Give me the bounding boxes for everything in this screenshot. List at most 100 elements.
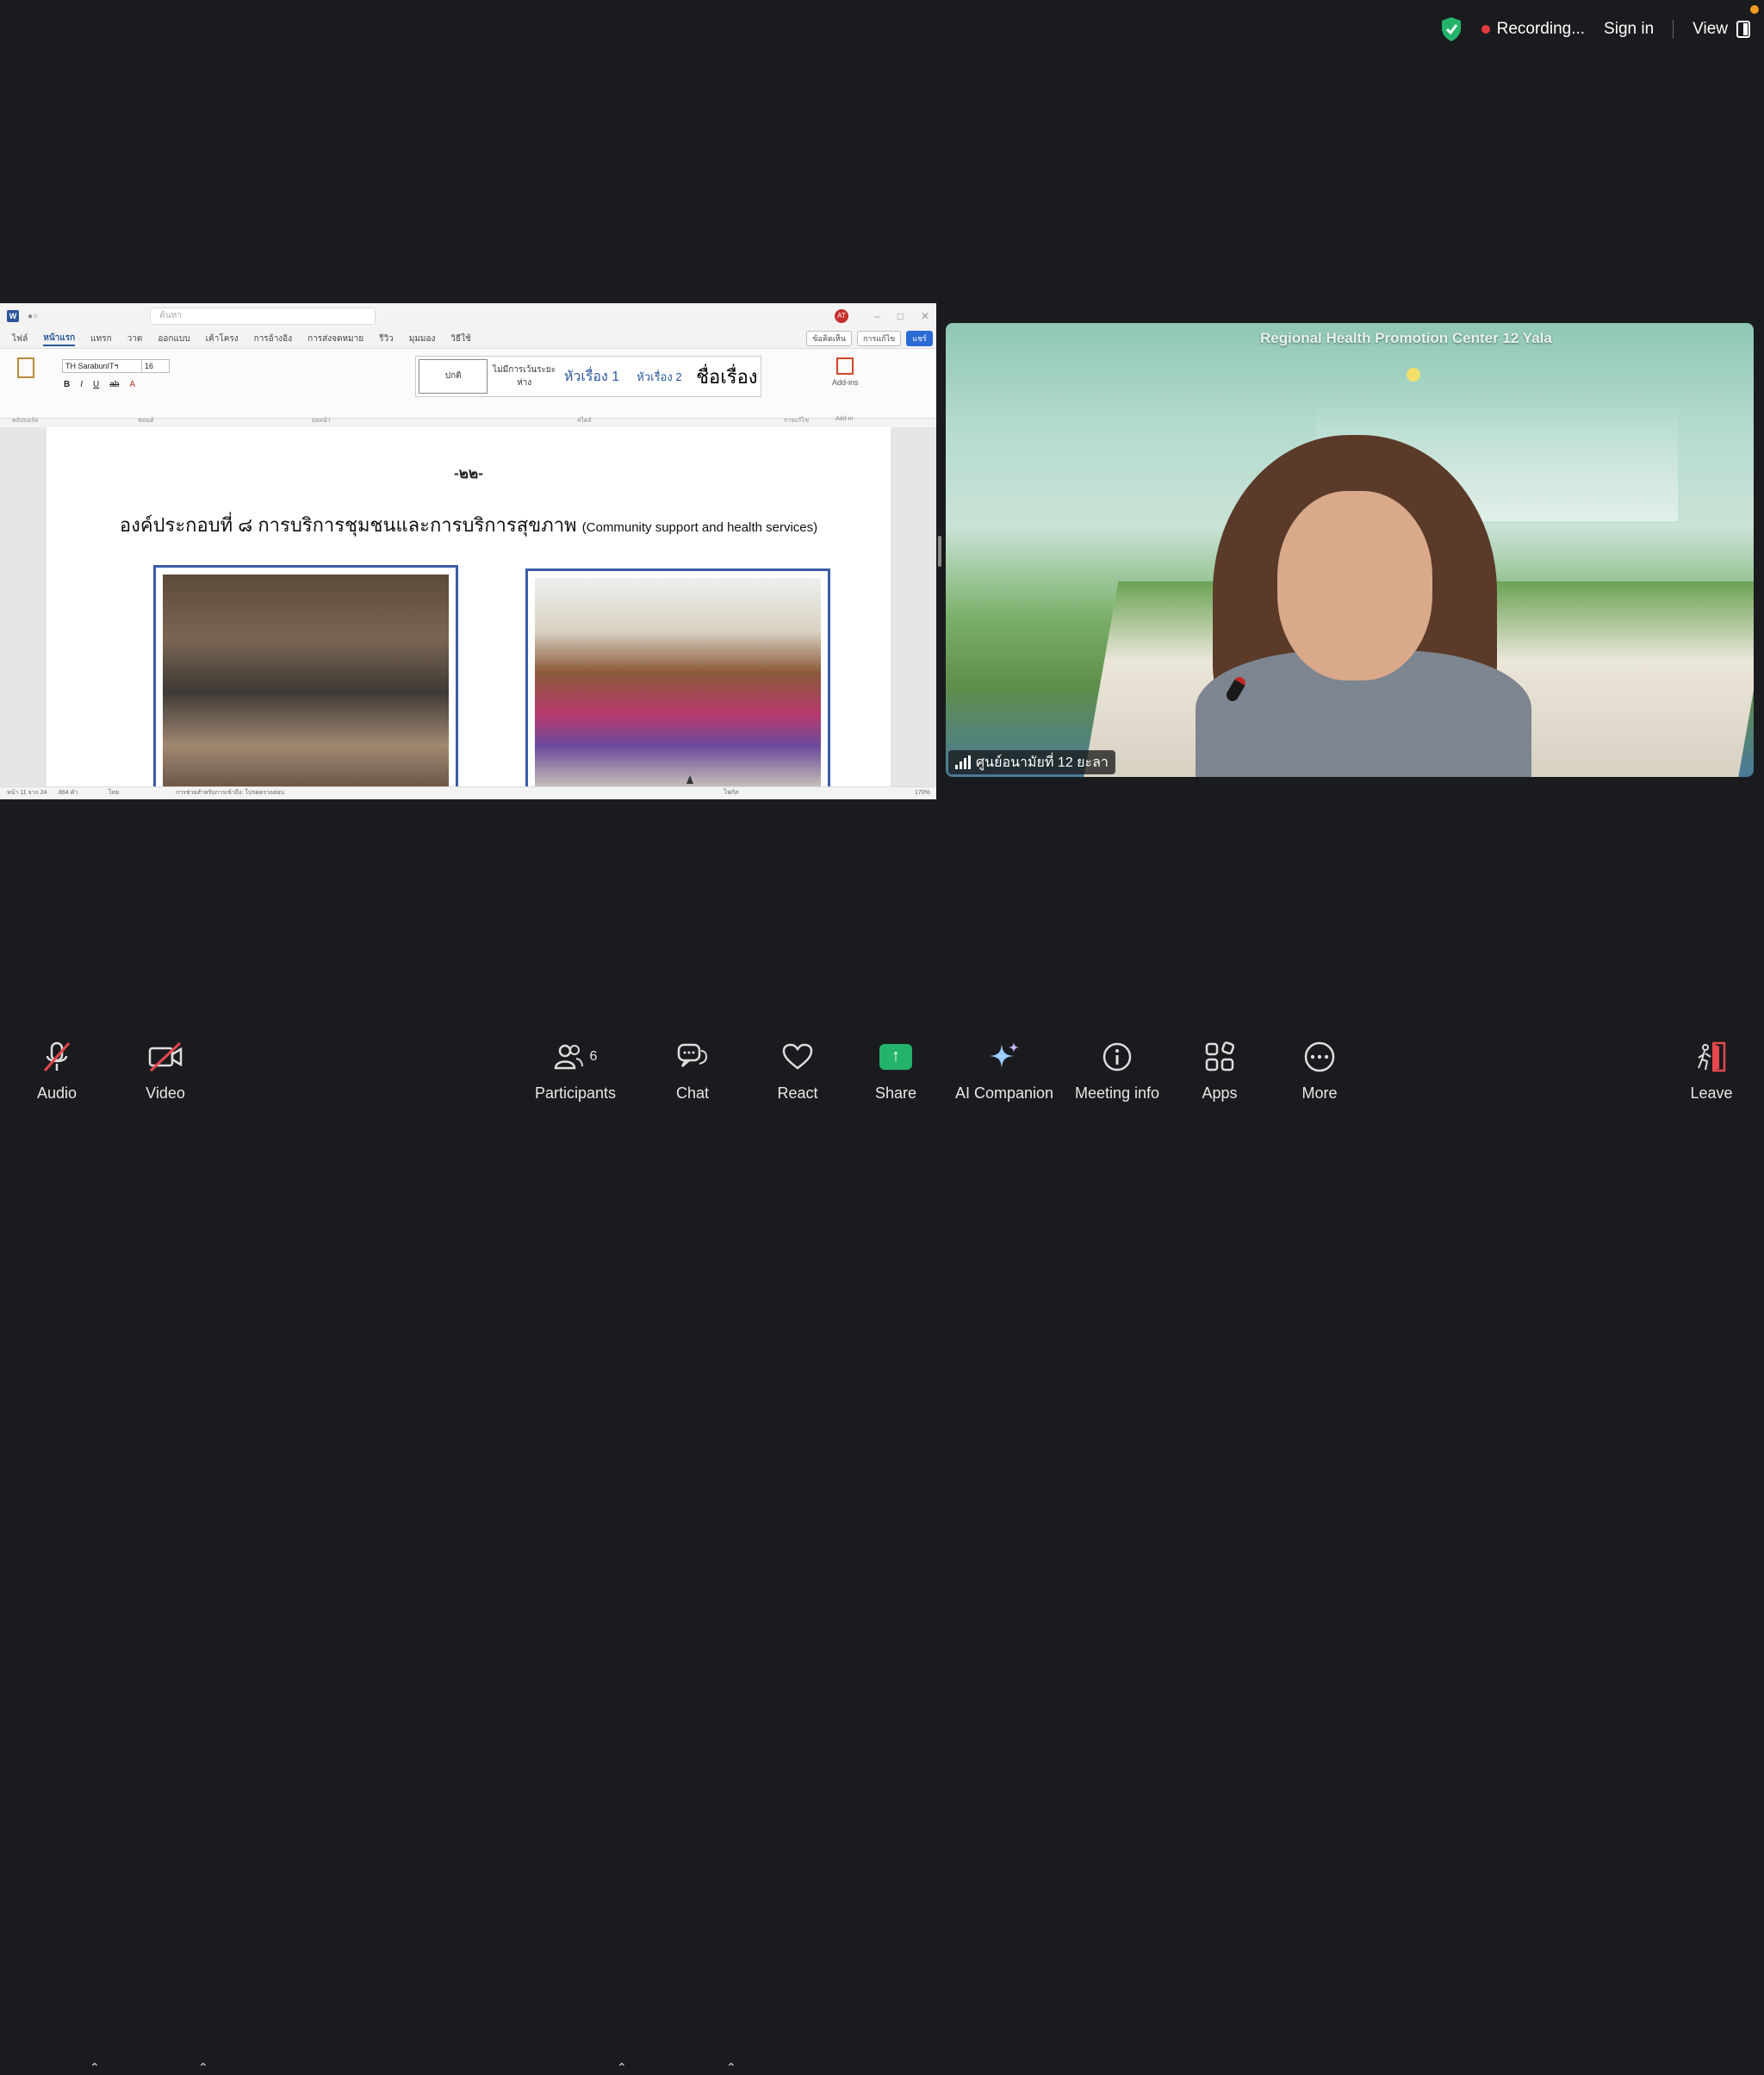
info-icon: [1102, 1042, 1132, 1071]
apps-label: Apps: [1202, 1084, 1238, 1102]
underline-button[interactable]: U: [93, 380, 99, 389]
notification-dot: [1750, 5, 1759, 14]
word-logo-icon: W: [7, 310, 19, 322]
person-face: [1277, 491, 1432, 680]
background-sun: [1407, 368, 1420, 382]
security-shield-icon[interactable]: [1440, 16, 1463, 42]
status-accessibility[interactable]: การช่วยสำหรับการเข้าถึง: โปรดตรวจสอบ: [176, 787, 284, 799]
view-button[interactable]: View: [1693, 20, 1750, 39]
group-clipboard: คลิปบอร์ด: [12, 418, 39, 424]
recording-indicator[interactable]: Recording...: [1481, 20, 1585, 39]
share-icon-wrap: ↑: [879, 1037, 912, 1076]
video-label: Video: [146, 1084, 185, 1102]
document-page[interactable]: -๒๒- องค์ประกอบที่ ๘ การบริการชุมชนและกา…: [47, 427, 891, 791]
ai-companion-button[interactable]: AI Companion: [953, 1016, 1056, 1103]
addins-button[interactable]: Add-ins: [832, 357, 859, 387]
comments-button[interactable]: ข้อคิดเห็น: [806, 331, 852, 346]
document-area[interactable]: -๒๒- องค์ประกอบที่ ๘ การบริการชุมชนและกา…: [0, 427, 936, 791]
tab-help[interactable]: วิธีใช้: [450, 332, 470, 345]
status-language[interactable]: ไทย: [109, 787, 119, 799]
paste-icon[interactable]: [17, 357, 34, 378]
apps-button[interactable]: Apps: [1194, 1016, 1245, 1103]
document-heading: องค์ประกอบที่ ๘ การบริการชุมชนและการบริก…: [47, 510, 891, 540]
maximize-icon[interactable]: □: [898, 310, 904, 322]
topbar-divider: [1673, 20, 1674, 39]
share-label: Share: [874, 1084, 917, 1102]
participants-options-chevron-icon[interactable]: ⌃: [617, 2060, 627, 2075]
tab-design[interactable]: ออกแบบ: [158, 332, 189, 345]
share-screen-button[interactable]: ↑ Share: [870, 1016, 922, 1103]
video-options-chevron-icon[interactable]: ⌃: [198, 2060, 208, 2075]
word-statusbar: หน้า 11 จาก 24 864 คำ ไทย การช่วยสำหรับก…: [0, 786, 936, 799]
ribbon-right-buttons: ข้อคิดเห็น การแก้ไข แชร์: [806, 331, 933, 346]
leave-door-icon: [1698, 1041, 1726, 1072]
audio-button[interactable]: Audio: [31, 1016, 83, 1103]
window-controls[interactable]: – □ ✕: [874, 310, 929, 322]
status-zoom[interactable]: 170%: [915, 787, 930, 799]
participants-button[interactable]: 6 Participants: [532, 1016, 618, 1103]
chat-label: Chat: [675, 1084, 710, 1102]
tab-draw[interactable]: วาด: [127, 332, 143, 345]
style-no-spacing[interactable]: ไม่มีการเว้นระยะห่าง: [490, 363, 557, 389]
group-editing: การแก้ไข: [784, 418, 809, 424]
style-title[interactable]: ชื่อเรื่อง: [693, 362, 761, 392]
editing-mode-button[interactable]: การแก้ไข: [856, 331, 902, 346]
heading-thai: องค์ประกอบที่ ๘ การบริการชุมชนและการบริก…: [119, 514, 577, 536]
connection-signal-icon: [955, 755, 971, 769]
share-arrow-icon: ↑: [879, 1043, 912, 1070]
more-button[interactable]: More: [1294, 1016, 1345, 1103]
tab-view[interactable]: มุมมอง: [409, 332, 436, 345]
status-page[interactable]: หน้า 11 จาก 24: [7, 787, 47, 799]
tab-insert[interactable]: แทรก: [90, 332, 111, 345]
tab-mailings[interactable]: การส่งจดหมาย: [307, 332, 363, 345]
leave-button[interactable]: Leave: [1686, 1016, 1737, 1103]
tab-review[interactable]: รีวิว: [379, 332, 394, 345]
italic-button[interactable]: I: [80, 380, 83, 389]
video-button[interactable]: Video: [140, 1016, 191, 1103]
meeting-info-button[interactable]: Meeting info: [1074, 1016, 1160, 1103]
background-banner-text: Regional Health Promotion Center 12 Yala: [1260, 330, 1552, 346]
chat-options-chevron-icon[interactable]: ⌃: [726, 2060, 736, 2075]
group-addin: Add-in: [835, 416, 854, 422]
font-name-select[interactable]: TH SarabunITฯ: [62, 359, 142, 373]
word-search-input[interactable]: ค้นหา: [150, 308, 376, 325]
audio-options-chevron-icon[interactable]: ⌃: [90, 2060, 100, 2075]
bold-button[interactable]: B: [64, 380, 70, 389]
status-focus[interactable]: โฟกัส: [724, 787, 738, 799]
heading-english: (Community support and health services): [581, 520, 818, 535]
tab-layout[interactable]: เค้าโครง: [206, 332, 239, 345]
react-button[interactable]: React: [772, 1016, 823, 1103]
apps-icon-wrap: [1204, 1037, 1235, 1076]
ai-icon-wrap: [988, 1037, 1021, 1076]
style-normal[interactable]: ปกติ: [419, 359, 488, 394]
style-heading2[interactable]: หัวเรื่อง 2: [625, 368, 693, 386]
close-icon[interactable]: ✕: [921, 310, 929, 322]
word-share-button[interactable]: แชร์: [906, 331, 933, 346]
participant-person: [1196, 435, 1531, 777]
tab-file[interactable]: ไฟล์: [12, 332, 28, 345]
audio-label: Audio: [36, 1084, 78, 1102]
tab-home[interactable]: หน้าแรก: [43, 332, 76, 346]
tab-references[interactable]: การอ้างอิง: [254, 332, 292, 345]
recording-dot-icon: [1481, 25, 1490, 34]
mouse-cursor-icon: [686, 775, 693, 784]
more-label: More: [1301, 1084, 1338, 1102]
info-icon-wrap: [1102, 1037, 1133, 1076]
text-color-icon[interactable]: A: [129, 380, 135, 389]
autosave-toggle[interactable]: ●○: [28, 312, 38, 321]
view-label: View: [1693, 20, 1728, 38]
sign-in-button[interactable]: Sign in: [1604, 20, 1654, 39]
chat-button[interactable]: Chat: [667, 1016, 718, 1103]
participant-nameplate: ศูนย์อนามัยที่ 12 ยะลา: [948, 750, 1115, 774]
user-avatar[interactable]: AT: [835, 309, 848, 323]
split-drag-handle[interactable]: [938, 536, 941, 567]
camera-off-icon: [148, 1041, 183, 1072]
strikethrough-button[interactable]: ab: [109, 380, 119, 389]
word-titlebar: W ●○ ค้นหา AT – □ ✕: [0, 303, 936, 329]
font-size-select[interactable]: 16: [141, 359, 170, 373]
style-heading1[interactable]: หัวเรื่อง 1: [558, 366, 625, 388]
status-words[interactable]: 864 คำ: [59, 787, 78, 799]
minimize-icon[interactable]: –: [874, 310, 880, 322]
participants-count: 6: [589, 1048, 598, 1064]
participant-video-tile[interactable]: Regional Health Promotion Center 12 Yala…: [946, 323, 1754, 777]
